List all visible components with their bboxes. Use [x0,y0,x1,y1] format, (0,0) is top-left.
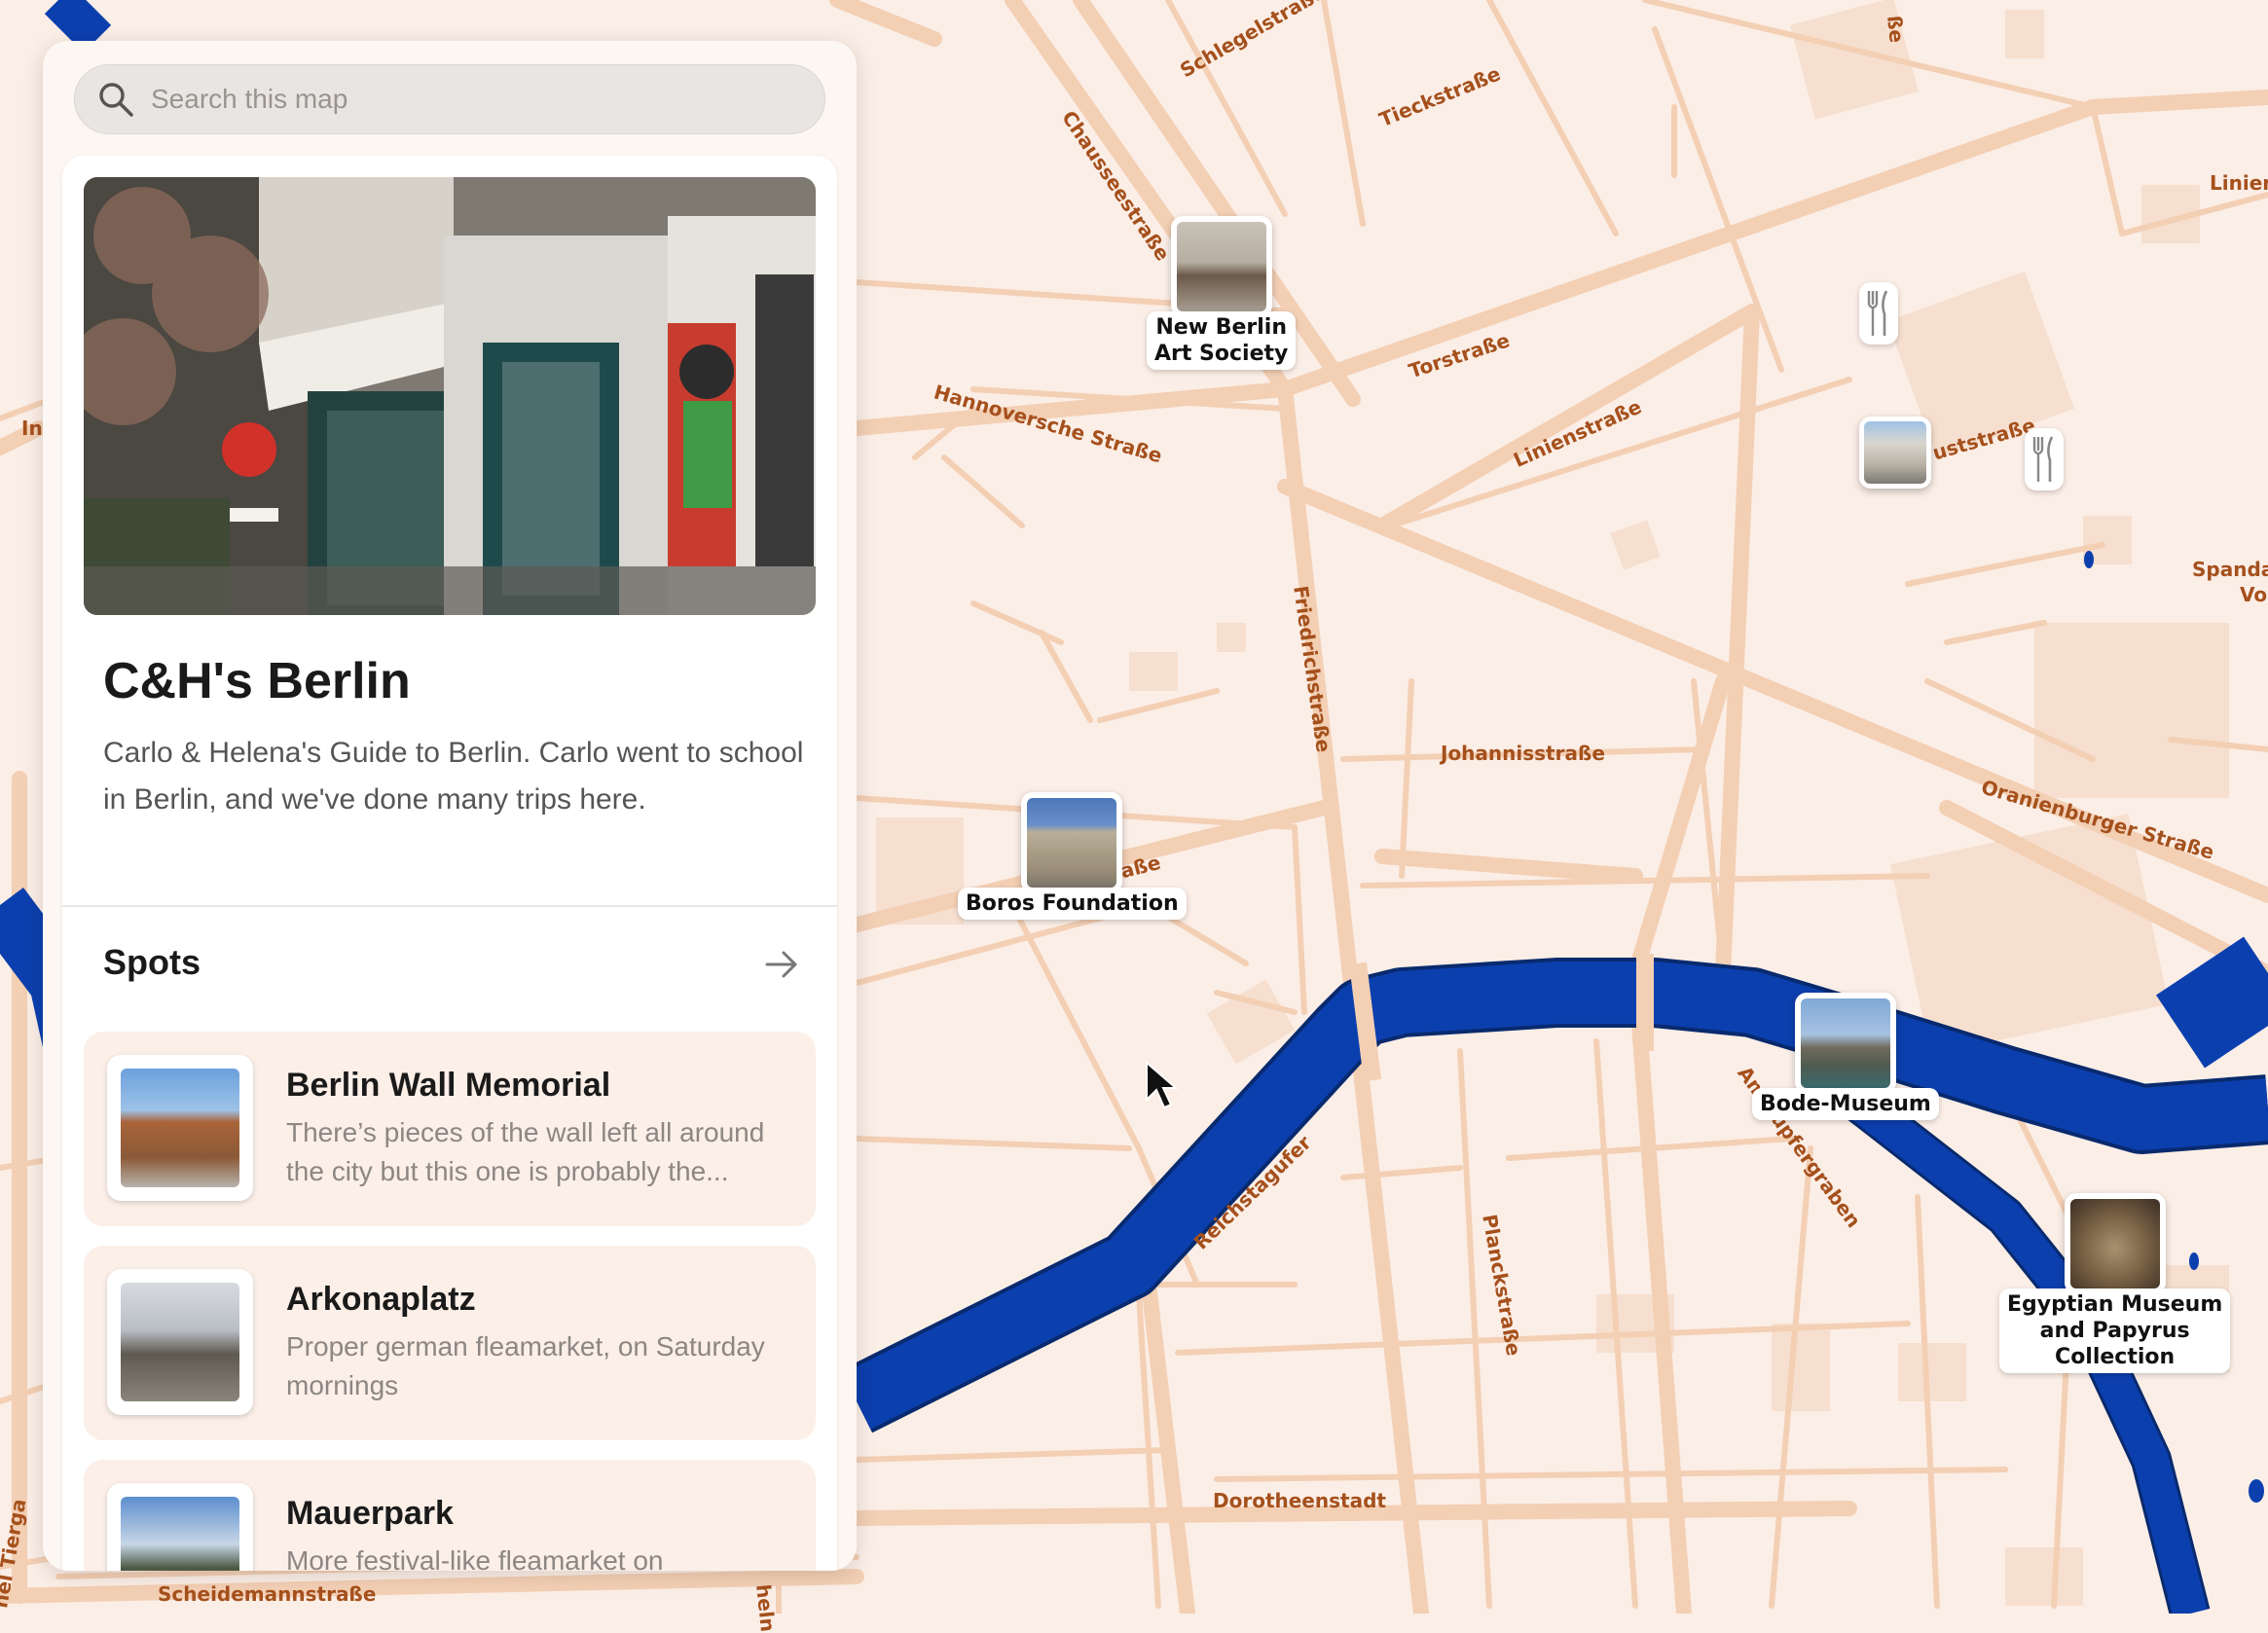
place-name: Egyptian Museum and Papyrus Collection [1999,1288,2231,1373]
guide-card: C&H's Berlin Carlo & Helena's Guide to B… [62,156,837,1571]
guide-panel: C&H's Berlin Carlo & Helena's Guide to B… [43,41,857,1571]
restaurant-marker[interactable] [1859,282,1898,345]
divider [62,905,837,907]
spot-item-mauerpark[interactable]: Mauerpark More festival-like fleamarket … [84,1460,816,1571]
place-name: Boros Foundation [958,888,1187,920]
place-name: New Berlin Art Society [1147,311,1297,370]
spot-description: Proper german fleamarket, on Saturday mo… [286,1331,765,1400]
spot-description: There’s pieces of the wall left all arou… [286,1117,765,1186]
fork-knife-icon [2032,436,2054,482]
spot-thumbnail [107,1055,253,1201]
search-icon [99,83,133,117]
guide-title: C&H's Berlin [103,653,411,709]
spot-thumbnail [107,1269,253,1415]
place-marker-boros-foundation[interactable]: Boros Foundation [958,792,1187,920]
street-label: Spandauer Vorsta [2192,558,2268,606]
spot-title: Mauerpark [286,1495,454,1532]
spot-item-arkonaplatz[interactable]: Arkonaplatz Proper german fleamarket, on… [84,1246,816,1440]
street-label: Dorotheenstadt [1213,1489,1386,1512]
spot-title: Arkonaplatz [286,1281,476,1318]
spot-item-berlin-wall-memorial[interactable]: Berlin Wall Memorial There’s pieces of t… [84,1032,816,1226]
spots-heading: Spots [103,942,201,982]
place-thumbnail [1859,417,1931,489]
arrow-right-icon[interactable] [761,944,802,985]
place-marker[interactable] [1859,417,1931,489]
street-label: heln [751,1582,781,1633]
search-bar[interactable] [74,64,825,134]
search-input[interactable] [149,83,795,116]
place-marker-new-berlin-art-society[interactable]: New Berlin Art Society [1147,216,1297,370]
place-name: Bode-Museum [1752,1088,1939,1120]
street-label: Johannisstraße [1441,742,1605,765]
street-label: ße [1883,14,1909,45]
place-thumbnail [2064,1193,2166,1294]
mouse-cursor-icon [1146,1061,1178,1109]
place-marker-bode-museum[interactable]: Bode-Museum [1752,993,1939,1120]
street-label: Linien [2210,171,2268,195]
spot-title: Berlin Wall Memorial [286,1067,611,1104]
spot-description: More festival-like fleamarket on [286,1545,664,1571]
guide-description: Carlo & Helena's Guide to Berlin. Carlo … [103,737,804,816]
spot-thumbnail [107,1483,253,1571]
place-thumbnail [1021,792,1123,893]
place-thumbnail [1170,216,1272,317]
place-marker-egyptian-museum[interactable]: Egyptian Museum and Papyrus Collection [1999,1193,2231,1373]
street-label: Scheidemannstraße [158,1582,377,1606]
guide-hero-image [84,177,816,615]
fork-knife-icon [1867,290,1888,336]
place-thumbnail [1794,993,1896,1094]
restaurant-marker[interactable] [2025,428,2064,490]
